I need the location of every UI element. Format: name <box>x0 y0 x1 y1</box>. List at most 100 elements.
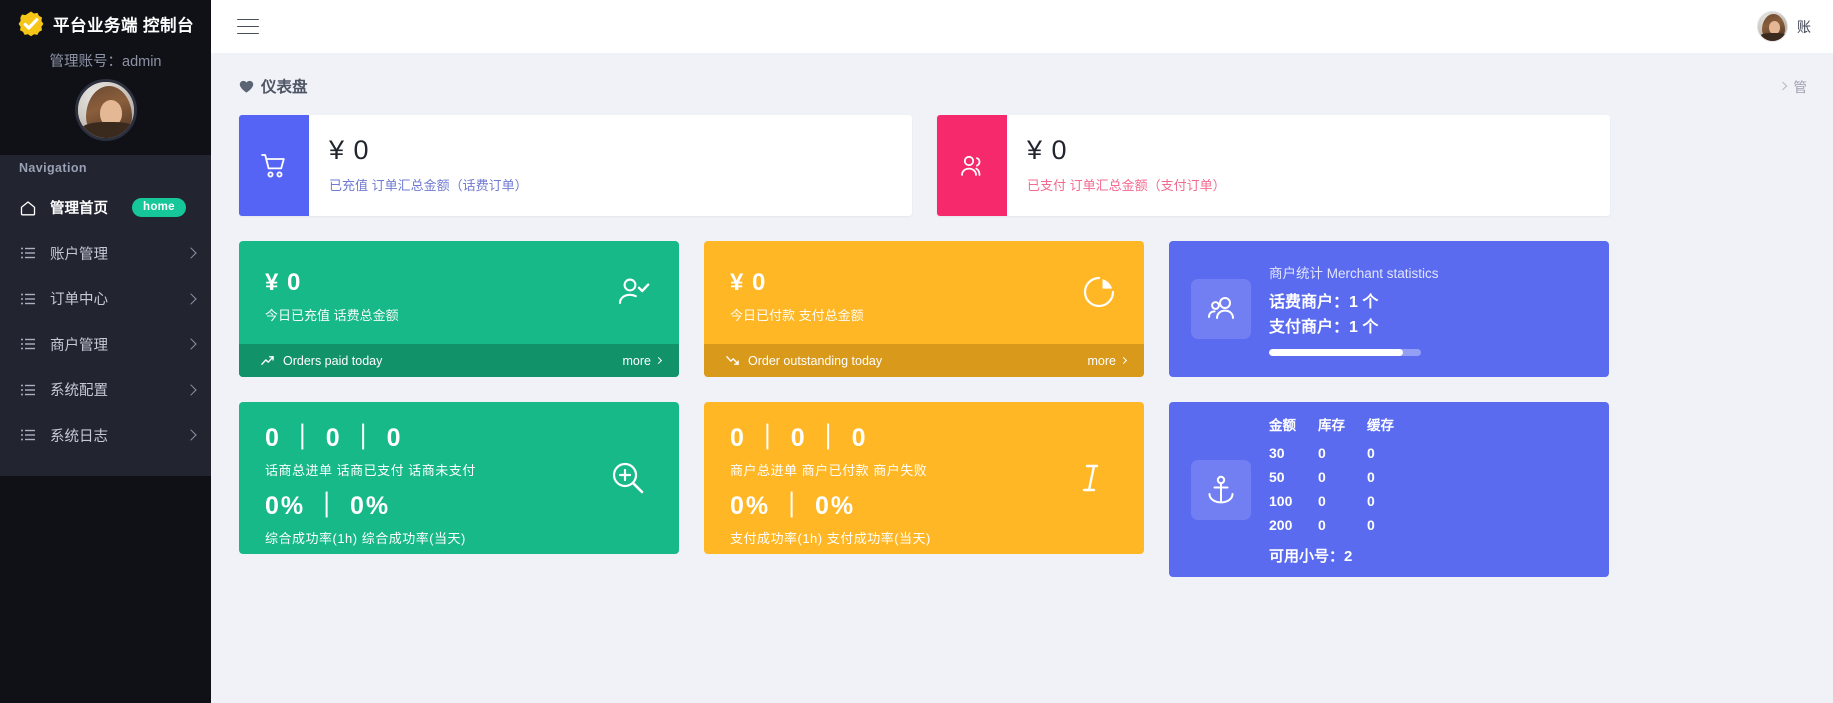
sidebar-item-label: 系统日志 <box>50 428 108 445</box>
users-icon <box>937 115 1007 216</box>
summary-value: ¥ 0 <box>329 135 370 165</box>
trend-down-icon <box>726 354 739 367</box>
page-title: 仪表盘 <box>261 79 308 96</box>
phone-success-labels: 综合成功率(1h) 综合成功率(当天) <box>265 531 466 546</box>
table-row: 100 0 0 <box>1269 489 1416 513</box>
avatar[interactable] <box>74 79 137 141</box>
tile-phone-orders[interactable]: 0 ｜ 0 ｜ 0 话商总进单 话商已支付 话商未支付 0% ｜ 0% 综合成功… <box>239 402 679 554</box>
sidebar-item-label: 订单中心 <box>50 292 108 309</box>
sidebar-item-merchant[interactable]: 商户管理 <box>0 322 211 368</box>
brand[interactable]: 平台业务端 控制台 <box>0 0 211 44</box>
more-link[interactable]: more <box>1087 353 1128 368</box>
shopping-cart-icon <box>239 115 309 216</box>
topbar-user-label: 账 <box>1797 18 1811 35</box>
cell-amount: 30 <box>1269 444 1285 461</box>
text-cursor-icon <box>1074 459 1112 497</box>
list-icon <box>19 426 37 444</box>
table-row: 50 0 0 <box>1269 465 1416 489</box>
summary-card-paid[interactable]: ¥ 0 已支付 订单汇总金额（支付订单） <box>937 115 1610 216</box>
main-area: 账 仪表盘 管 ¥ 0 已充值 订单汇总金额（话费订单） ¥ 0 已支付 订单汇… <box>211 0 1833 703</box>
more-label: more <box>622 353 651 368</box>
user-check-icon <box>615 273 653 311</box>
trend-up-icon <box>261 354 274 367</box>
merchant-success-rates: 0% ｜ 0% <box>730 492 856 520</box>
sidebar-item-account[interactable]: 账户管理 <box>0 231 211 277</box>
merchant-statistics-card[interactable]: 商户统计 Merchant statistics 话费商户：1 个 支付商户：1… <box>1169 241 1609 377</box>
summary-value: ¥ 0 <box>1027 135 1068 165</box>
dashboard-header: 仪表盘 管 <box>211 53 1833 97</box>
home-badge: home <box>132 198 186 218</box>
stock-table: 金额 库存 缓存 30 0 0 50 0 0 100 0 0 200 0 0 <box>1269 414 1416 537</box>
merchant-pay-count: 支付商户：1 个 <box>1269 318 1379 336</box>
pie-chart-icon <box>1080 273 1118 311</box>
tile-body: ¥ 0 今日已付款 支付总金额 <box>704 241 1144 324</box>
column-header-cache: 缓存 <box>1367 417 1394 433</box>
available-number-label: 可用小号：2 <box>1269 547 1353 565</box>
nav-heading: Navigation <box>0 155 211 185</box>
cell-amount: 200 <box>1269 516 1293 533</box>
sidebar-item-system-config[interactable]: 系统配置 <box>0 367 211 413</box>
stock-card[interactable]: 金额 库存 缓存 30 0 0 50 0 0 100 0 0 200 0 0 可… <box>1169 402 1609 577</box>
chevron-right-icon <box>1119 356 1128 365</box>
app-root: 平台业务端 控制台 管理账号：admin Navigation 管理首页 hom… <box>0 0 1833 703</box>
list-icon <box>19 381 37 399</box>
chevron-right-icon <box>185 429 197 441</box>
tile-today-paid[interactable]: ¥ 0 今日已付款 支付总金额 Order outstanding today … <box>704 241 1144 377</box>
merchant-phone-count: 话费商户：1 个 <box>1269 293 1379 311</box>
breadcrumb[interactable]: 管 <box>1778 76 1808 96</box>
tile-footer-label: Order outstanding today <box>748 353 883 368</box>
sidebar-item-home[interactable]: 管理首页 home <box>0 185 211 231</box>
chevron-right-icon <box>185 338 197 350</box>
admin-account-label: 管理账号：admin <box>0 44 211 79</box>
tile-body: ¥ 0 今日已充值 话费总金额 <box>239 241 679 324</box>
tile-today-recharge[interactable]: ¥ 0 今日已充值 话费总金额 Orders paid today more <box>239 241 679 377</box>
users-group-icon <box>1191 279 1251 339</box>
tile-merchant-orders[interactable]: 0 ｜ 0 ｜ 0 商户总进单 商户已付款 商户失败 0% ｜ 0% 支付成功率… <box>704 402 1144 554</box>
user-avatar[interactable] <box>1757 11 1788 42</box>
more-link[interactable]: more <box>622 353 663 368</box>
stock-card-body: 金额 库存 缓存 30 0 0 50 0 0 100 0 0 200 0 0 可… <box>1269 414 1416 566</box>
hamburger-icon[interactable] <box>237 18 259 35</box>
sidebar-item-system-log[interactable]: 系统日志 <box>0 413 211 459</box>
cell-stock: 0 <box>1318 468 1326 485</box>
merchant-order-counts: 0 ｜ 0 ｜ 0 <box>730 424 868 452</box>
stat-tiles-row: ¥ 0 今日已充值 话费总金额 Orders paid today more ¥… <box>239 241 1833 377</box>
zoom-in-icon <box>609 459 647 497</box>
chevron-right-icon <box>1778 81 1787 91</box>
gear-check-icon <box>17 10 45 38</box>
cell-amount: 100 <box>1269 492 1293 509</box>
breadcrumb-label: 管 <box>1793 80 1808 95</box>
heart-icon <box>239 79 254 94</box>
sidebar-item-label: 账户管理 <box>50 246 108 263</box>
column-header-amount: 金额 <box>1269 417 1296 433</box>
chevron-right-icon <box>185 293 197 305</box>
sidebar-item-orders[interactable]: 订单中心 <box>0 276 211 322</box>
cell-stock: 0 <box>1318 444 1326 461</box>
chevron-right-icon <box>654 356 663 365</box>
tile-footer[interactable]: Order outstanding today more <box>704 344 1144 377</box>
dashboard-content: 仪表盘 管 ¥ 0 已充值 订单汇总金额（话费订单） ¥ 0 已支付 订单汇总金… <box>211 53 1833 703</box>
merchant-success-labels: 支付成功率(1h) 支付成功率(当天) <box>730 531 931 546</box>
cards-grid: ¥ 0 已充值 订单汇总金额（话费订单） ¥ 0 已支付 订单汇总金额（支付订单… <box>211 97 1833 577</box>
chevron-right-icon <box>185 247 197 259</box>
chevron-right-icon <box>185 384 197 396</box>
tile-footer[interactable]: Orders paid today more <box>239 344 679 377</box>
rate-tiles-row: 0 ｜ 0 ｜ 0 话商总进单 话商已支付 话商未支付 0% ｜ 0% 综合成功… <box>239 402 1833 577</box>
sidebar-nav-panel: Navigation 管理首页 home 账户管理 订单中心 商户管理 系统配置… <box>0 155 211 476</box>
home-icon <box>19 199 37 217</box>
column-header-stock: 库存 <box>1318 417 1345 433</box>
merchant-progress-bar <box>1269 349 1421 357</box>
sidebar-item-label: 管理首页 <box>50 201 108 218</box>
summary-card-recharge[interactable]: ¥ 0 已充值 订单汇总金额（话费订单） <box>239 115 912 216</box>
summary-subtitle: 已支付 订单汇总金额（支付订单） <box>1027 178 1226 193</box>
merchant-card-title: 商户统计 Merchant statistics <box>1269 265 1439 281</box>
table-header-row: 金额 库存 缓存 <box>1269 414 1416 441</box>
more-label: more <box>1087 353 1116 368</box>
sidebar-avatar-wrap <box>0 79 211 155</box>
summary-subtitle: 已充值 订单汇总金额（话费订单） <box>329 178 528 193</box>
cell-cache: 0 <box>1367 516 1375 533</box>
phone-success-rates: 0% ｜ 0% <box>265 492 391 520</box>
topbar-user[interactable]: 账 <box>1757 11 1811 42</box>
list-icon <box>19 335 37 353</box>
summary-card-body: ¥ 0 已支付 订单汇总金额（支付订单） <box>1007 115 1226 216</box>
